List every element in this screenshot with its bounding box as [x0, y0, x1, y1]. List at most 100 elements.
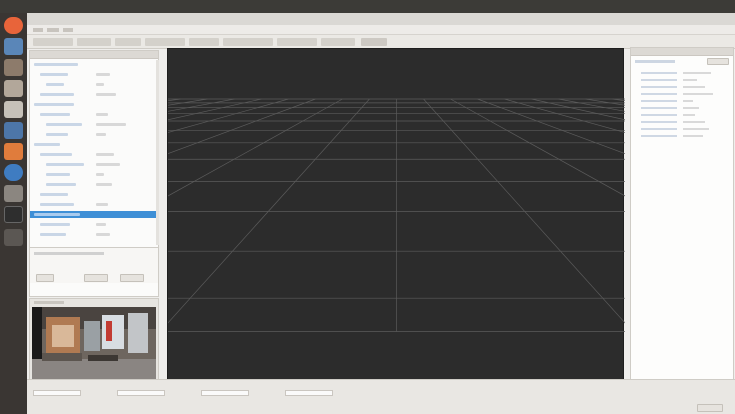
display-row-value[interactable] [96, 223, 106, 226]
display-row-label [46, 123, 82, 126]
display-row-value[interactable] [96, 113, 108, 116]
display-tree-row[interactable] [30, 71, 156, 78]
display-row-label [46, 183, 76, 186]
display-tree-row[interactable] [30, 151, 156, 158]
help-icon[interactable] [4, 164, 23, 181]
grid-line [0, 98, 235, 143]
display-row-label [40, 223, 70, 226]
view-property-row[interactable] [635, 84, 731, 90]
grid-line [159, 98, 370, 332]
view-property-key [641, 107, 677, 109]
view-property-value[interactable] [683, 128, 709, 130]
display-tree-row[interactable] [30, 221, 156, 228]
display-row-value[interactable] [96, 123, 126, 126]
zero-view-button[interactable] [707, 58, 729, 65]
display-row-label [46, 133, 68, 136]
add-tool-button[interactable] [361, 38, 387, 46]
menu-item-panels[interactable] [47, 28, 59, 32]
view-property-value[interactable] [683, 100, 693, 102]
display-tree-row[interactable] [30, 61, 156, 68]
terminal-icon[interactable] [4, 206, 23, 223]
wall-time-field[interactable] [201, 390, 249, 396]
view-property-value[interactable] [683, 72, 711, 74]
focus-camera-tool-button[interactable] [145, 38, 185, 46]
wall-elapsed-field[interactable] [285, 390, 333, 396]
interact-tool-button[interactable] [33, 38, 73, 46]
display-row-value[interactable] [96, 73, 110, 76]
view-property-row[interactable] [635, 133, 731, 139]
display-tree-row[interactable] [30, 171, 156, 178]
view-property-value[interactable] [683, 79, 697, 81]
workspace-icon[interactable] [4, 229, 23, 246]
view-property-row[interactable] [635, 91, 731, 97]
display-row-value[interactable] [96, 163, 120, 166]
spreadsheet-icon[interactable] [4, 101, 23, 118]
display-row-value[interactable] [96, 83, 104, 86]
view-property-value[interactable] [683, 114, 695, 116]
display-tree-row[interactable] [30, 161, 156, 168]
browser-icon[interactable] [4, 17, 23, 34]
mail-icon[interactable] [4, 38, 23, 55]
rename-display-button[interactable] [120, 274, 144, 282]
display-row-value[interactable] [96, 173, 104, 176]
display-tree-row[interactable] [30, 111, 156, 118]
menu-item-help[interactable] [63, 28, 73, 32]
view-property-row[interactable] [635, 70, 731, 76]
move-camera-tool-button[interactable] [77, 38, 111, 46]
view-property-row[interactable] [635, 112, 731, 118]
display-tree-row[interactable] [30, 141, 156, 148]
display-row-value[interactable] [96, 153, 114, 156]
document-icon[interactable] [4, 80, 23, 97]
display-tree-row[interactable] [30, 91, 156, 98]
display-tree-row[interactable] [30, 131, 156, 138]
display-row-label [46, 163, 84, 166]
ros-time-field[interactable] [33, 390, 81, 396]
display-tree-row[interactable] [30, 81, 156, 88]
store-icon[interactable] [4, 143, 23, 160]
camera-panel [29, 298, 159, 390]
menu-item-file[interactable] [33, 28, 43, 32]
ground-grid [0, 98, 735, 332]
display-tree-row[interactable] [30, 191, 156, 198]
grid-line [0, 98, 316, 217]
reset-button[interactable] [697, 404, 723, 412]
display-row-value[interactable] [96, 203, 108, 206]
display-tree-row[interactable] [30, 231, 156, 238]
view-property-value[interactable] [683, 93, 713, 95]
add-display-button[interactable] [36, 274, 54, 282]
display-row-value[interactable] [96, 93, 116, 96]
view-property-row[interactable] [635, 98, 731, 104]
files-icon[interactable] [4, 59, 23, 76]
3d-render-viewport[interactable] [0, 48, 735, 391]
display-row-value[interactable] [96, 133, 106, 136]
publish-point-tool-button[interactable] [321, 38, 355, 46]
view-property-value[interactable] [683, 135, 703, 137]
display-tree-row[interactable] [30, 121, 156, 128]
view-property-value[interactable] [683, 86, 705, 88]
display-tree-row[interactable] [30, 101, 156, 108]
view-property-value[interactable] [683, 107, 699, 109]
ros-elapsed-field[interactable] [117, 390, 165, 396]
displays-scrollbar[interactable] [156, 60, 159, 245]
view-property-row[interactable] [635, 119, 731, 125]
display-row-value[interactable] [96, 233, 110, 236]
view-property-row[interactable] [635, 77, 731, 83]
display-tree-row[interactable] [30, 201, 156, 208]
measure-tool-button[interactable] [189, 38, 219, 46]
display-row-label [34, 143, 60, 146]
remove-display-button[interactable] [84, 274, 108, 282]
presentation-icon[interactable] [4, 122, 23, 139]
view-property-row[interactable] [635, 126, 731, 132]
2d-pose-estimate-tool-button[interactable] [223, 38, 273, 46]
display-row-label [40, 233, 66, 236]
select-tool-button[interactable] [115, 38, 141, 46]
2d-nav-goal-tool-button[interactable] [277, 38, 317, 46]
view-property-row[interactable] [635, 105, 731, 111]
display-row-value[interactable] [96, 183, 112, 186]
grid-line [531, 98, 735, 145]
display-tree-row[interactable] [30, 211, 156, 218]
settings-icon[interactable] [4, 185, 23, 202]
display-tree-row[interactable] [30, 181, 156, 188]
description-text [34, 252, 104, 255]
view-property-value[interactable] [683, 121, 705, 123]
